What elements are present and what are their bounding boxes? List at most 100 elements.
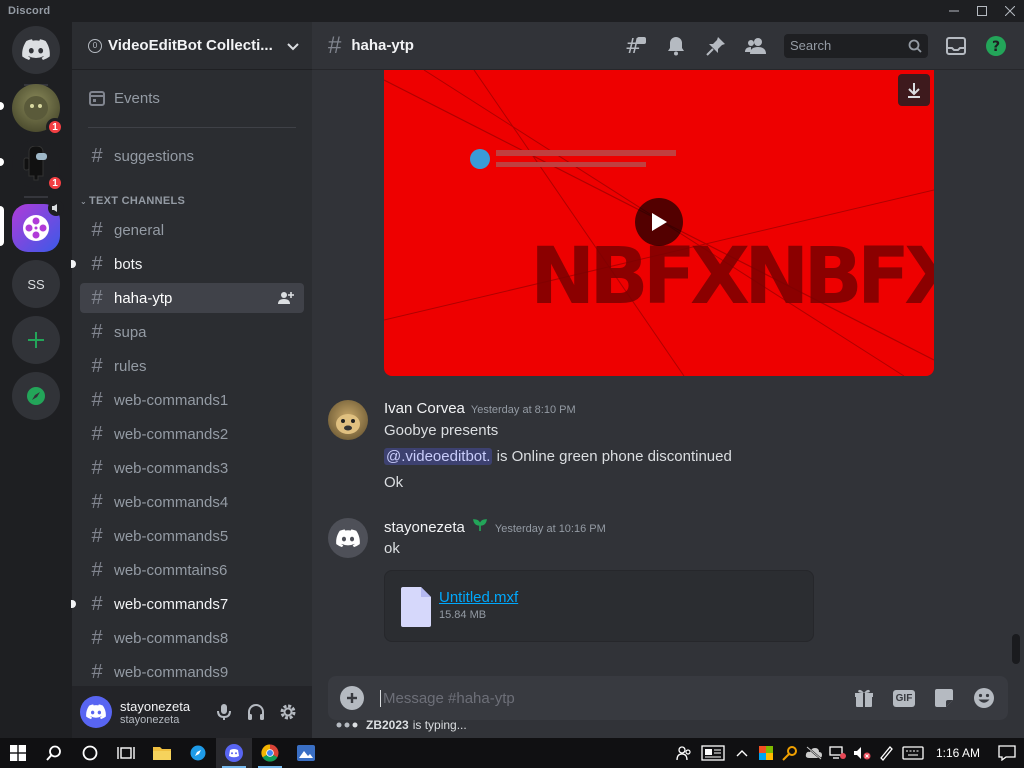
channel-web-commands3[interactable]: # web-commands3 [80, 453, 304, 483]
hash-icon: # [91, 422, 103, 445]
speaker-icon [48, 200, 64, 216]
pinned-button[interactable] [704, 34, 728, 58]
hash-icon: # [91, 524, 103, 547]
channel-title: haha-ytp [351, 37, 414, 54]
deafen-button[interactable] [240, 696, 272, 728]
channel-name: rules [114, 357, 147, 375]
channel-web-commands7[interactable]: # web-commands7 [71, 589, 304, 619]
gift-button[interactable] [852, 686, 876, 710]
svg-text:?: ? [992, 39, 1000, 55]
start-button[interactable] [0, 738, 36, 768]
channel-general[interactable]: # general [80, 215, 304, 245]
sticker-button[interactable] [932, 686, 956, 710]
channel-supa[interactable]: # supa [80, 317, 304, 347]
gif-button[interactable]: GIF [892, 686, 916, 710]
author-avatar[interactable] [328, 400, 368, 440]
crewmate-icon [23, 146, 47, 181]
hash-icon: # [91, 286, 103, 309]
clock[interactable]: 1:16 AM [936, 746, 980, 760]
cortana-button[interactable] [72, 738, 108, 768]
maximize-button[interactable] [968, 0, 996, 22]
category-text-channels[interactable]: ⌄ TEXT CHANNELS [80, 195, 185, 207]
news-icon[interactable] [696, 738, 730, 768]
search-button[interactable] [36, 738, 72, 768]
user-tag: stayonezeta [120, 713, 180, 726]
mention-badge: 1 [46, 174, 64, 192]
gift-icon [855, 689, 873, 707]
channel-bots[interactable]: # bots [71, 249, 304, 279]
download-button[interactable] [898, 74, 930, 106]
compass-icon [27, 387, 45, 405]
upload-button[interactable] [340, 686, 364, 710]
file-explorer-button[interactable] [144, 738, 180, 768]
fox-avatar-icon [24, 96, 48, 120]
help-button[interactable]: ? [984, 34, 1008, 58]
key-icon[interactable] [778, 738, 802, 768]
user-avatar[interactable] [80, 696, 112, 728]
close-button[interactable] [996, 0, 1024, 22]
system-tray: 1:16 AM [672, 738, 1024, 768]
server-icon-1[interactable]: 1 [12, 84, 64, 136]
channel-web-commtains6[interactable]: # web-commtains6 [80, 555, 304, 585]
home-button[interactable] [12, 26, 60, 74]
pen-icon[interactable] [874, 738, 898, 768]
chrome-button[interactable] [252, 738, 288, 768]
channel-rules[interactable]: # rules [80, 351, 304, 381]
emoji-button[interactable] [972, 686, 996, 710]
channel-name: web-commtains6 [114, 561, 228, 579]
app-button[interactable] [288, 738, 324, 768]
channel-web-commands8[interactable]: # web-commands8 [80, 623, 304, 653]
cloud-off-icon[interactable] [802, 738, 826, 768]
channel-web-commands4[interactable]: # web-commands4 [80, 487, 304, 517]
inbox-button[interactable] [944, 34, 968, 58]
search-input[interactable]: Search [784, 33, 928, 58]
people-icon[interactable] [672, 738, 696, 768]
explore-button[interactable] [12, 372, 60, 420]
browser-button[interactable] [180, 738, 216, 768]
plus-icon [28, 332, 44, 348]
mute-button[interactable] [208, 696, 240, 728]
chevron-up-icon[interactable] [730, 738, 754, 768]
channel-web-commands9[interactable]: # web-commands9 [80, 657, 304, 687]
message-author[interactable]: stayonezeta [384, 519, 465, 536]
sticker-icon [935, 689, 953, 707]
add-server-button[interactable] [12, 316, 60, 364]
server-icon-ss[interactable]: SS [12, 260, 60, 308]
members-icon [745, 37, 766, 54]
events-item[interactable]: Events [80, 83, 304, 113]
channel-haha-ytp[interactable]: # haha-ytp [80, 283, 304, 313]
volume-muted-icon[interactable] [850, 738, 874, 768]
play-icon [652, 213, 667, 231]
minimize-button[interactable] [940, 0, 968, 22]
user-settings-button[interactable] [272, 696, 304, 728]
selected-pill [0, 206, 4, 246]
message-input[interactable] [380, 689, 836, 707]
channel-suggestions[interactable]: # suggestions [80, 141, 304, 171]
notifications-icon[interactable] [990, 738, 1024, 768]
office-icon[interactable] [754, 738, 778, 768]
dog-avatar-icon [336, 414, 360, 434]
network-icon[interactable] [826, 738, 850, 768]
scrollbar-thumb[interactable] [1012, 634, 1020, 664]
notifications-button[interactable] [664, 34, 688, 58]
task-view-button[interactable] [108, 738, 144, 768]
message-author[interactable]: Ivan Corvea [384, 400, 465, 417]
invite-icon[interactable] [278, 290, 294, 310]
video-embed[interactable]: NBFXNBFX [384, 70, 934, 376]
channel-web-commands1[interactable]: # web-commands1 [80, 385, 304, 415]
chat-area: # haha-ytp # Search ? NBFXNBFX Ivan Corv… [312, 22, 1024, 738]
message-timestamp: Yesterday at 10:16 PM [494, 523, 606, 535]
threads-button[interactable]: # [624, 34, 648, 58]
server-icon-3[interactable] [12, 200, 64, 252]
play-button[interactable] [635, 198, 683, 246]
user-mention[interactable]: @.videoeditbot. [384, 448, 493, 465]
channel-web-commands5[interactable]: # web-commands5 [80, 521, 304, 551]
server-icon-2[interactable]: 1 [12, 140, 64, 192]
guild-header[interactable]: 0 VideoEditBot Collecti... [72, 22, 312, 70]
member-list-button[interactable] [744, 34, 768, 58]
channel-web-commands2[interactable]: # web-commands2 [80, 419, 304, 449]
discord-taskbar-button[interactable] [216, 738, 252, 768]
author-avatar[interactable] [328, 518, 368, 558]
keyboard-icon[interactable] [898, 738, 928, 768]
attachment-filename[interactable]: Untitled.mxf [439, 589, 518, 606]
